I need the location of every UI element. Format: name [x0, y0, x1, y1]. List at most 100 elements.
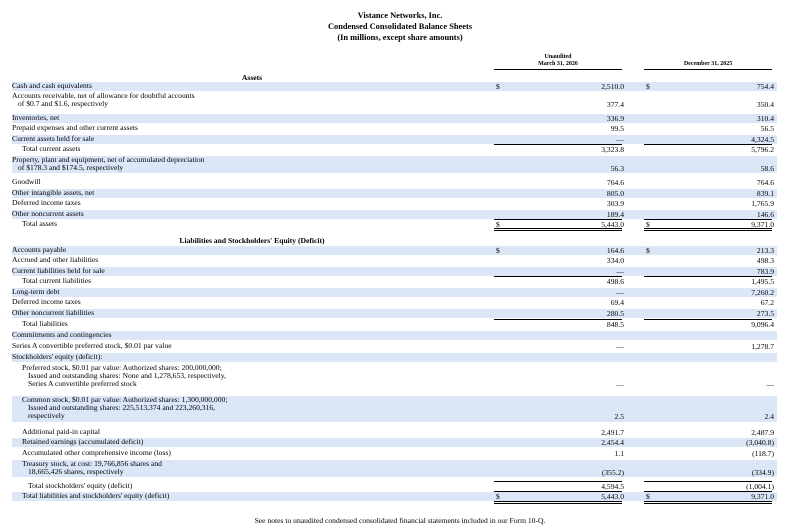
value-march-2026: 5,443.0 [601, 491, 624, 501]
value-march-2026: — [616, 287, 624, 297]
column-header-march-2026: Unaudited March 31, 2026 [494, 54, 622, 70]
row-label-line: Total assets [22, 219, 58, 228]
value-december-2025: (3,040.8) [746, 437, 774, 447]
row-label-line: Prepaid expenses and other current asset… [12, 123, 138, 132]
table-row: Other intangible assets, net 805.0 839.1 [12, 188, 777, 199]
value-december-2025: 5,796.2 [751, 144, 774, 154]
value-december-2025: 783.9 [756, 266, 774, 276]
underline [494, 481, 622, 482]
underline [644, 491, 772, 492]
row-label: Total liabilities and stockholders' equi… [12, 491, 169, 500]
value-march-2026: — [616, 380, 624, 390]
row-label: Other noncurrent liabilities [12, 308, 95, 317]
row-label-line: Accrued and other liabilities [12, 255, 99, 264]
company-name: Vistance Networks, Inc. [357, 11, 443, 20]
row-label-line: Cash and cash equivalents [12, 81, 92, 90]
table-row: Commitments and contingencies [12, 330, 777, 341]
table-row: Property, plant and equipment, net of ac… [12, 155, 777, 174]
value-march-2026: (355.2) [601, 468, 624, 478]
value-march-2026: 2,454.4 [601, 437, 624, 447]
table-row: Common stock, $0.01 par value: Authorize… [12, 395, 777, 422]
value-december-2025: 7,260.2 [751, 287, 774, 297]
row-label-line: Additional paid-in capital [22, 427, 101, 436]
currency-symbol-col2: $ [646, 81, 650, 91]
value-march-2026: 303.9 [606, 198, 624, 208]
row-label: Common stock, $0.01 par value: Authorize… [12, 395, 227, 421]
currency-symbol-col1: $ [496, 491, 500, 501]
statement-subtitle: (In millions, except share amounts) [337, 33, 463, 42]
row-label-line: Current liabilities held for sale [12, 266, 105, 275]
row-label-line: Commitments and contingencies [12, 330, 112, 339]
row-label: Total current assets [12, 144, 81, 153]
currency-symbol-col1: $ [496, 245, 500, 255]
table-row: Total current liabilities 498.6 1,495.5 [12, 276, 777, 286]
row-label: Total stockholders' equity (deficit) [12, 481, 132, 490]
row-label-line: Total current liabilities [22, 276, 92, 285]
value-march-2026: 1.1 [614, 448, 625, 458]
value-december-2025: 1,495.5 [751, 276, 774, 286]
value-december-2025: (118.7) [752, 448, 774, 458]
underline [644, 219, 772, 220]
row-label-line: Accounts payable [12, 245, 67, 254]
row-label: Cash and cash equivalents [12, 81, 92, 90]
row-label-line: Goodwill [12, 177, 41, 186]
currency-symbol-col2: $ [646, 491, 650, 501]
value-december-2025: 58.6 [760, 164, 774, 174]
row-label-line: Total current assets [22, 144, 81, 153]
value-march-2026: 336.9 [606, 113, 624, 123]
table-row: Accrued and other liabilities 334.0 498.3 [12, 255, 777, 265]
row-label-line: Accumulated other comprehensive income (… [22, 448, 171, 457]
row-label-line: 18,665,426 shares, respectively [28, 467, 124, 477]
value-december-2025: (334.9) [751, 468, 774, 478]
row-label: Commitments and contingencies [12, 330, 112, 339]
row-label-line: of $178.3 and $174.5, respectively [18, 163, 124, 173]
value-december-2025: 1,278.7 [751, 341, 774, 351]
row-label: Accrued and other liabilities [12, 255, 99, 264]
row-label-line: Other noncurrent assets [12, 209, 84, 218]
section-liabilities-equity: Liabilities and Stockholders' Equity (De… [179, 236, 325, 245]
row-label-line: Total liabilities [22, 319, 68, 328]
table-row: Retained earnings (accumulated deficit) 2… [12, 437, 777, 448]
row-label-line: Deferred income taxes [12, 297, 81, 306]
value-march-2026: 3,323.8 [601, 144, 624, 154]
row-label-line: Inventories, net [12, 113, 60, 122]
value-december-2025: 310.4 [756, 113, 774, 123]
table-row: Deferred income taxes 69.4 67.2 [12, 297, 777, 307]
row-label: Long-term debt [12, 287, 59, 296]
value-december-2025: 56.5 [760, 123, 774, 133]
value-december-2025: 498.3 [756, 255, 774, 265]
value-december-2025: 2.4 [764, 412, 775, 422]
value-december-2025: 1,765.9 [751, 198, 774, 208]
value-march-2026: — [616, 134, 624, 144]
row-label-line: respectively [28, 411, 65, 421]
value-december-2025: 273.5 [756, 308, 774, 318]
row-label: Accounts receivable, net of allowance fo… [12, 91, 195, 108]
table-row: Inventories, net 336.9 310.4 [12, 113, 777, 124]
value-december-2025: 2,487.9 [751, 427, 774, 437]
row-label: Series A convertible preferred stock, $0… [12, 341, 172, 350]
row-label-line: Other noncurrent liabilities [12, 308, 95, 317]
value-december-2025: 839.1 [756, 188, 774, 198]
underline [644, 481, 772, 482]
double-underline [644, 228, 772, 231]
table-row: Series A convertible preferred stock, $0… [12, 341, 777, 351]
value-march-2026: 56.3 [610, 164, 624, 174]
value-december-2025: 350.4 [756, 100, 774, 110]
value-march-2026: 2.5 [614, 412, 625, 422]
value-december-2025: 9,371.0 [751, 491, 774, 501]
value-march-2026: 4,594.5 [601, 481, 624, 491]
value-march-2026: 764.6 [606, 177, 624, 187]
row-label: Current assets held for sale [12, 134, 95, 143]
statement-title: Condensed Consolidated Balance Sheets [327, 22, 473, 31]
row-label-line: Current assets held for sale [12, 134, 95, 143]
table-row: Goodwill 764.6 764.6 [12, 177, 777, 187]
row-label: Total liabilities [12, 319, 68, 328]
value-december-2025: 67.2 [760, 297, 774, 307]
row-label: Deferred income taxes [12, 198, 81, 207]
row-label: Deferred income taxes [12, 297, 81, 306]
table-row: Current assets held for sale — 4,324.5 [12, 134, 777, 145]
value-december-2025: 9,096.4 [751, 319, 774, 329]
underline [644, 319, 772, 320]
row-label: Prepaid expenses and other current asset… [12, 123, 138, 132]
column-header-unaudited: Unaudited [544, 54, 572, 60]
